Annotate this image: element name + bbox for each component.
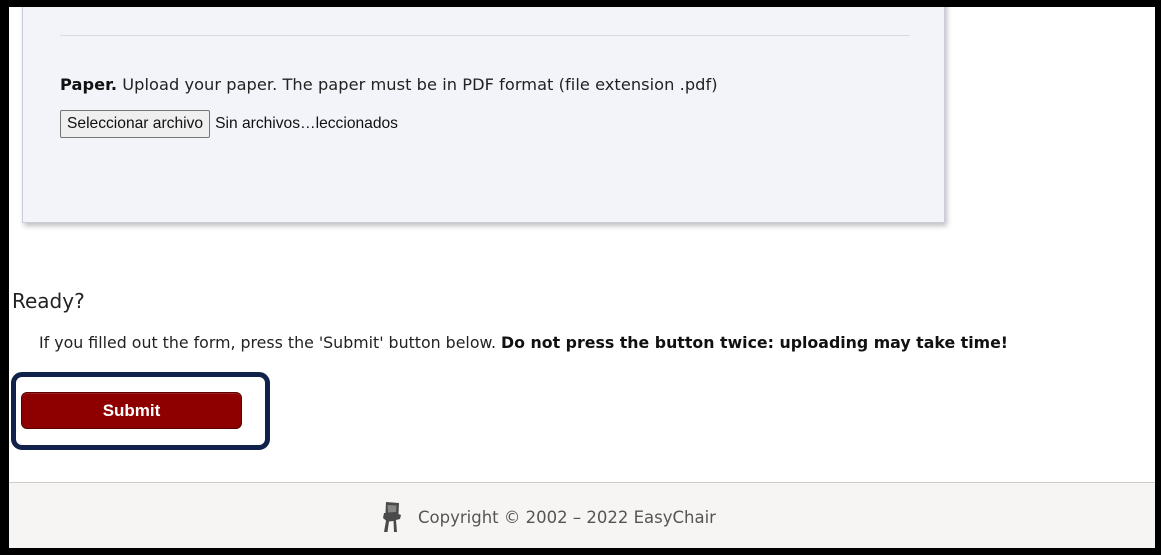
submit-button[interactable]: Submit [21,392,242,429]
file-input[interactable]: Seleccionar archivo Sin archivos…leccion… [60,110,398,138]
copyright-text: Copyright © 2002 – 2022 EasyChair [418,507,716,527]
footer-content: Copyright © 2002 – 2022 EasyChair [381,500,716,534]
panel-divider [60,35,910,36]
choose-file-button[interactable]: Seleccionar archivo [60,110,211,138]
paper-label: Paper. [60,75,118,94]
page-footer: Copyright © 2002 – 2022 EasyChair [9,482,1155,548]
paper-instructions: Paper. Upload your paper. The paper must… [60,75,718,94]
submit-note-text: If you filled out the form, press the 'S… [39,333,496,352]
easychair-logo-icon [383,502,401,532]
submit-instructions: If you filled out the form, press the 'S… [39,333,1008,352]
file-status-text: Sin archivos…leccionados [215,115,398,132]
page-viewport: Paper. Upload your paper. The paper must… [9,7,1155,548]
paper-upload-panel: Paper. Upload your paper. The paper must… [22,7,945,223]
paper-instructions-text: Upload your paper. The paper must be in … [122,75,718,94]
ready-heading: Ready? [12,289,85,313]
submit-warning-text: Do not press the button twice: uploading… [501,333,1009,352]
